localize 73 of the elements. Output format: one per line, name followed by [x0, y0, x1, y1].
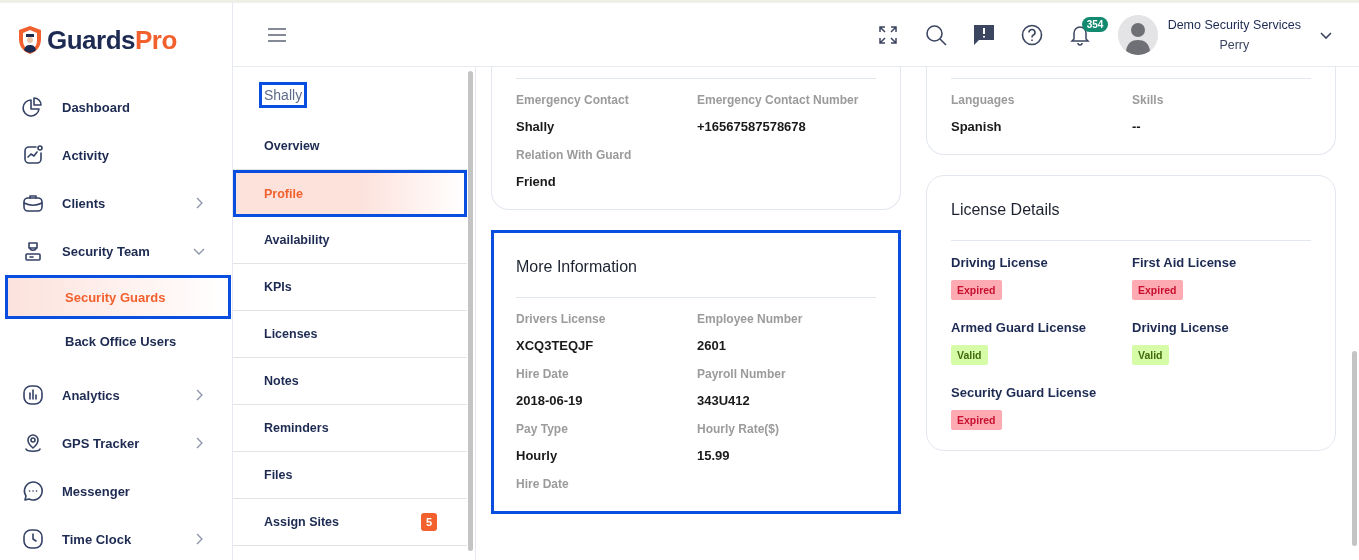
field-label: Skills — [1132, 93, 1165, 107]
sidebar-item[interactable]: GPS Tracker — [0, 419, 232, 467]
pie-chart-icon — [22, 96, 44, 118]
license-name: First Aid License — [1132, 255, 1238, 270]
menu-icon[interactable] — [267, 27, 287, 42]
company-name: Demo Security Services — [1167, 17, 1301, 32]
analytics-icon — [22, 384, 44, 406]
profile-tab[interactable]: Availability — [233, 217, 467, 264]
field-label: Hire Date — [516, 477, 570, 491]
card-title: License Details — [951, 200, 1061, 220]
field-label: Drivers License — [516, 312, 607, 326]
field-value: 343U412 — [697, 393, 751, 408]
license-name: Armed Guard License — [951, 320, 1088, 335]
field-label: Emergency Contact Number — [697, 93, 860, 107]
sidebar-item[interactable]: Clients — [0, 179, 232, 227]
sidebar-item[interactable]: Dashboard — [0, 83, 232, 131]
guard-icon — [22, 240, 44, 262]
feedback-icon[interactable] — [972, 23, 995, 46]
status-tag: Valid — [951, 345, 988, 365]
search-icon[interactable] — [924, 23, 947, 46]
sidebar-item[interactable]: Security Team — [0, 227, 232, 275]
status-tag: Expired — [1132, 280, 1183, 300]
license-name: Driving License — [1132, 320, 1230, 335]
location-pin-icon — [22, 432, 44, 454]
license-name: Security Guard License — [951, 385, 1098, 400]
profile-tab[interactable]: KPIs — [233, 264, 467, 311]
logo-text: GuardsPro — [47, 24, 177, 56]
field-label: Relation With Guard — [516, 148, 633, 162]
briefcase-icon — [22, 192, 44, 214]
count-badge: 5 — [420, 513, 437, 531]
status-tag: Valid — [1132, 345, 1169, 365]
field-value: Hourly — [516, 448, 559, 463]
field-value: 2601 — [697, 338, 727, 353]
field-value: 15.99 — [697, 448, 731, 463]
notification-badge: 354 — [1081, 16, 1109, 32]
scrollbar[interactable] — [1352, 351, 1357, 546]
sidebar-item[interactable]: Activity — [0, 131, 232, 179]
activity-icon — [22, 144, 44, 166]
sidebar-item[interactable]: Messenger — [0, 467, 232, 515]
field-value: +16567587578678 — [697, 119, 807, 134]
field-label: Emergency Contact — [516, 93, 630, 107]
sidebar-item[interactable]: Time Clock — [0, 515, 232, 560]
profile-tab[interactable]: Assign Sites 5 — [233, 499, 467, 546]
field-label: Languages — [951, 93, 1016, 107]
logo-icon — [17, 25, 43, 55]
profile-tab[interactable]: Reminders — [233, 405, 467, 452]
chat-icon — [22, 480, 44, 502]
scrollbar[interactable] — [468, 71, 473, 551]
help-icon[interactable] — [1020, 23, 1043, 46]
profile-tab[interactable]: Files — [233, 452, 467, 499]
sidebar-item[interactable]: Analytics — [0, 371, 232, 419]
field-label: Hire Date — [516, 367, 570, 381]
status-tag: Expired — [951, 410, 1002, 430]
user-name: Perry — [1219, 37, 1250, 52]
field-value: 2018-06-19 — [516, 393, 584, 408]
field-value: Spanish — [951, 119, 1003, 134]
field-value: Shally — [516, 119, 556, 134]
license-name: Driving License — [951, 255, 1049, 270]
field-label: Pay Type — [516, 422, 569, 436]
profile-tab[interactable]: Licenses — [233, 311, 467, 358]
clock-icon — [22, 528, 44, 550]
field-label: Employee Number — [697, 312, 804, 326]
field-value: -- — [1132, 119, 1142, 134]
status-tag: Expired — [951, 280, 1002, 300]
sidebar-subitem[interactable]: Back Office Users — [5, 319, 231, 363]
profile-tab[interactable]: Notes — [233, 358, 467, 405]
field-value: Friend — [516, 174, 557, 189]
field-label: Payroll Number — [697, 367, 787, 381]
guard-name: Shally — [259, 82, 308, 108]
fullscreen-icon[interactable] — [877, 24, 898, 45]
field-value: XCQ3TEQJF — [516, 338, 595, 353]
field-label: Hourly Rate($) — [697, 422, 780, 436]
card-title: More Information — [516, 257, 638, 277]
